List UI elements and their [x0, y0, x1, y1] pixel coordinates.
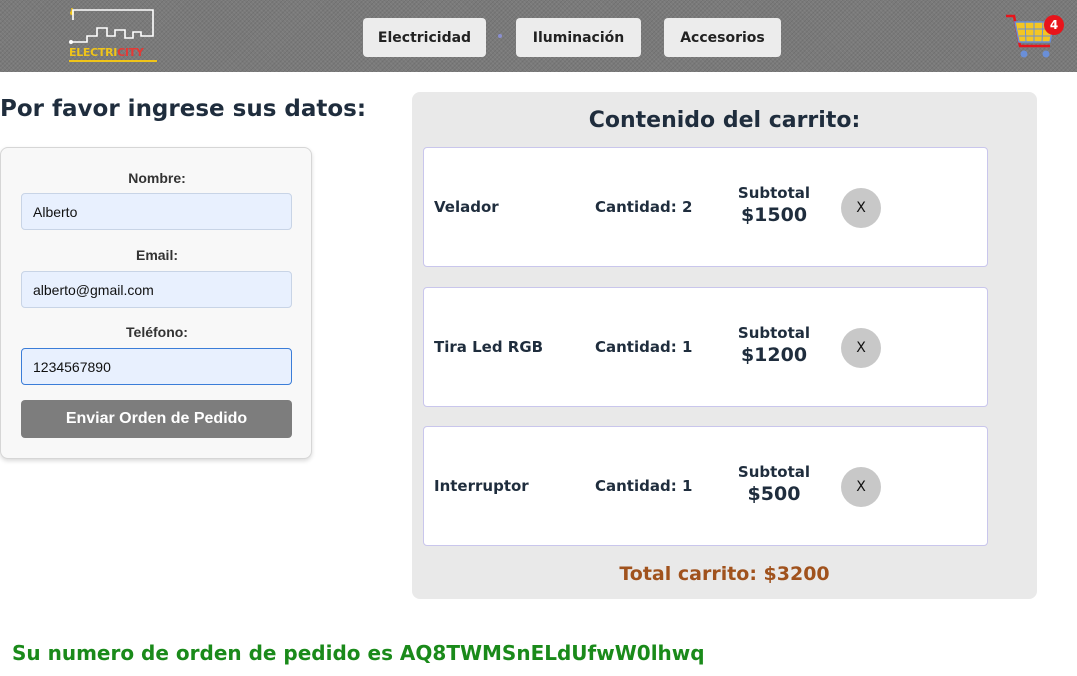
subtotal-label: Subtotal [737, 184, 811, 202]
subtotal-value: $1500 [740, 204, 808, 226]
order-number-message: Su numero de orden de pedido es AQ8TWMSn… [12, 641, 705, 665]
subtotal-label: Subtotal [737, 463, 811, 481]
remove-item-button[interactable]: X [841, 467, 881, 507]
customer-form: Nombre: Email: Teléfono: Enviar Orden de… [0, 147, 312, 459]
subtotal-label: Subtotal [737, 324, 811, 342]
item-name: Tira Led RGB [434, 338, 544, 356]
nav-accesorios-button[interactable]: Accesorios [664, 18, 781, 57]
remove-item-button[interactable]: X [841, 328, 881, 368]
item-subtotal: Subtotal $1200 [724, 324, 824, 366]
logo-wordmark: ELECTRICITY [69, 46, 144, 59]
subtotal-value: $500 [747, 483, 801, 505]
item-quantity: Cantidad: 1 [595, 477, 693, 495]
remove-item-button[interactable]: X [841, 188, 881, 228]
item-quantity: Cantidad: 2 [595, 198, 693, 216]
name-label: Nombre: [128, 170, 186, 186]
cart-item: Velador Cantidad: 2 Subtotal $1500 X [423, 147, 988, 267]
cart-panel: Contenido del carrito: Velador Cantidad:… [412, 92, 1037, 599]
email-input[interactable] [21, 271, 292, 308]
electricity-logo[interactable]: ELECTRICITY [67, 6, 159, 62]
phone-label: Teléfono: [126, 324, 188, 340]
navbar: ELECTRICITY Electricidad Iluminación Acc… [0, 0, 1077, 72]
subtotal-value: $1200 [740, 344, 808, 366]
nav-iluminacion-button[interactable]: Iluminación [516, 18, 641, 57]
cart-total: Total carrito: $3200 [619, 563, 830, 585]
form-title: Por favor ingrese sus datos: [0, 96, 367, 122]
name-input[interactable] [21, 193, 292, 230]
item-name: Velador [434, 198, 499, 216]
submit-order-button[interactable]: Enviar Orden de Pedido [21, 400, 292, 438]
city-skyline-icon [69, 8, 154, 44]
item-quantity: Cantidad: 1 [595, 338, 693, 356]
nav-separator-dot [498, 34, 502, 38]
nav-electricidad-button[interactable]: Electricidad [363, 18, 486, 57]
phone-input[interactable] [21, 348, 292, 385]
cart-item: Tira Led RGB Cantidad: 1 Subtotal $1200 … [423, 287, 988, 407]
item-name: Interruptor [434, 477, 529, 495]
item-subtotal: Subtotal $1500 [724, 184, 824, 226]
cart-item: Interruptor Cantidad: 1 Subtotal $500 X [423, 426, 988, 546]
email-label: Email: [135, 247, 178, 263]
cart-count-badge: 4 [1044, 15, 1064, 35]
logo-underline [69, 60, 157, 62]
cart-title: Contenido del carrito: [588, 108, 861, 133]
item-subtotal: Subtotal $500 [724, 463, 824, 505]
